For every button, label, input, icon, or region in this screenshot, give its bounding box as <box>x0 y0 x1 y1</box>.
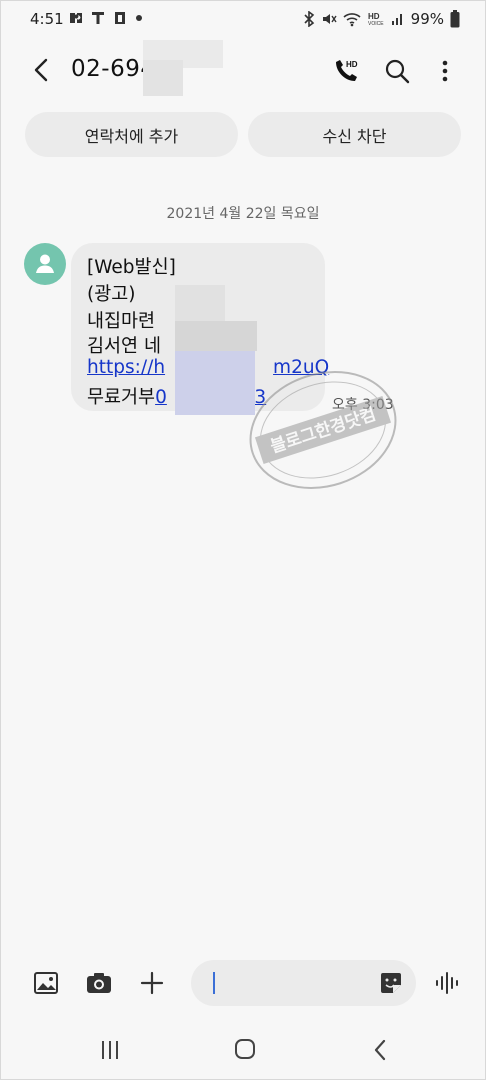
optout-label: 무료거부 <box>87 387 156 408</box>
hd-voice-icon: HD VOICE <box>367 11 385 27</box>
redaction-block-3 <box>175 351 255 415</box>
signal-icon <box>391 11 405 27</box>
message-line-1: [Web발신] <box>87 257 176 278</box>
back-nav-icon[interactable] <box>366 1036 396 1064</box>
screen-frame <box>0 0 486 1080</box>
watermark-stamp: 블로그한경닷컴 <box>249 371 397 489</box>
recents-icon[interactable] <box>95 1036 125 1064</box>
svg-text:HD: HD <box>368 12 380 21</box>
sender-avatar[interactable] <box>24 243 66 285</box>
app-notification-icon <box>68 10 84 26</box>
status-time: 4:51 <box>30 10 64 28</box>
block-sender-button[interactable]: 수신 차단 <box>248 112 461 157</box>
optout-number-prefix[interactable]: 0 <box>155 387 167 408</box>
battery-percent: 99% <box>410 10 444 28</box>
mute-icon <box>321 11 337 27</box>
status-right-icons: HD VOICE 99% <box>303 10 460 28</box>
add-contact-button[interactable]: 연락처에 추가 <box>25 112 238 157</box>
more-icon[interactable] <box>430 56 460 86</box>
redacted-number-shadow <box>143 60 183 96</box>
svg-text:VOICE: VOICE <box>368 21 384 27</box>
svg-text:HD: HD <box>346 60 358 69</box>
navigation-bar <box>0 1036 486 1064</box>
date-divider: 2021년 4월 22일 목요일 <box>166 206 320 222</box>
bluetooth-icon <box>303 11 315 27</box>
dot-icon <box>134 13 144 23</box>
link-prefix[interactable]: https://h <box>87 357 165 378</box>
message-line-3: 내집마련 <box>87 311 156 332</box>
status-bar: 4:51 HD VOICE 99% <box>0 8 486 34</box>
gallery-icon[interactable] <box>31 968 61 998</box>
person-icon <box>36 254 54 273</box>
redaction-block-2 <box>175 321 257 351</box>
text-cursor <box>213 972 215 994</box>
redaction-block-1 <box>175 285 225 321</box>
tasks-icon <box>112 10 128 26</box>
message-line-2: (광고) <box>87 284 136 305</box>
sticker-icon[interactable] <box>376 968 406 998</box>
search-icon[interactable] <box>382 56 412 86</box>
wifi-icon <box>343 11 361 27</box>
camera-icon[interactable] <box>84 968 114 998</box>
tmap-icon <box>90 10 106 26</box>
message-line-4: 김서연 네 <box>87 336 161 357</box>
conversation-header: 02-694 HD <box>0 48 486 92</box>
message-composer <box>0 960 486 1006</box>
battery-icon <box>450 10 460 28</box>
status-left-icons <box>68 10 144 26</box>
voice-icon[interactable] <box>432 968 462 998</box>
add-icon[interactable] <box>137 968 167 998</box>
back-icon[interactable] <box>30 56 54 84</box>
home-icon[interactable] <box>230 1036 260 1064</box>
hd-call-icon[interactable]: HD <box>331 56 361 86</box>
